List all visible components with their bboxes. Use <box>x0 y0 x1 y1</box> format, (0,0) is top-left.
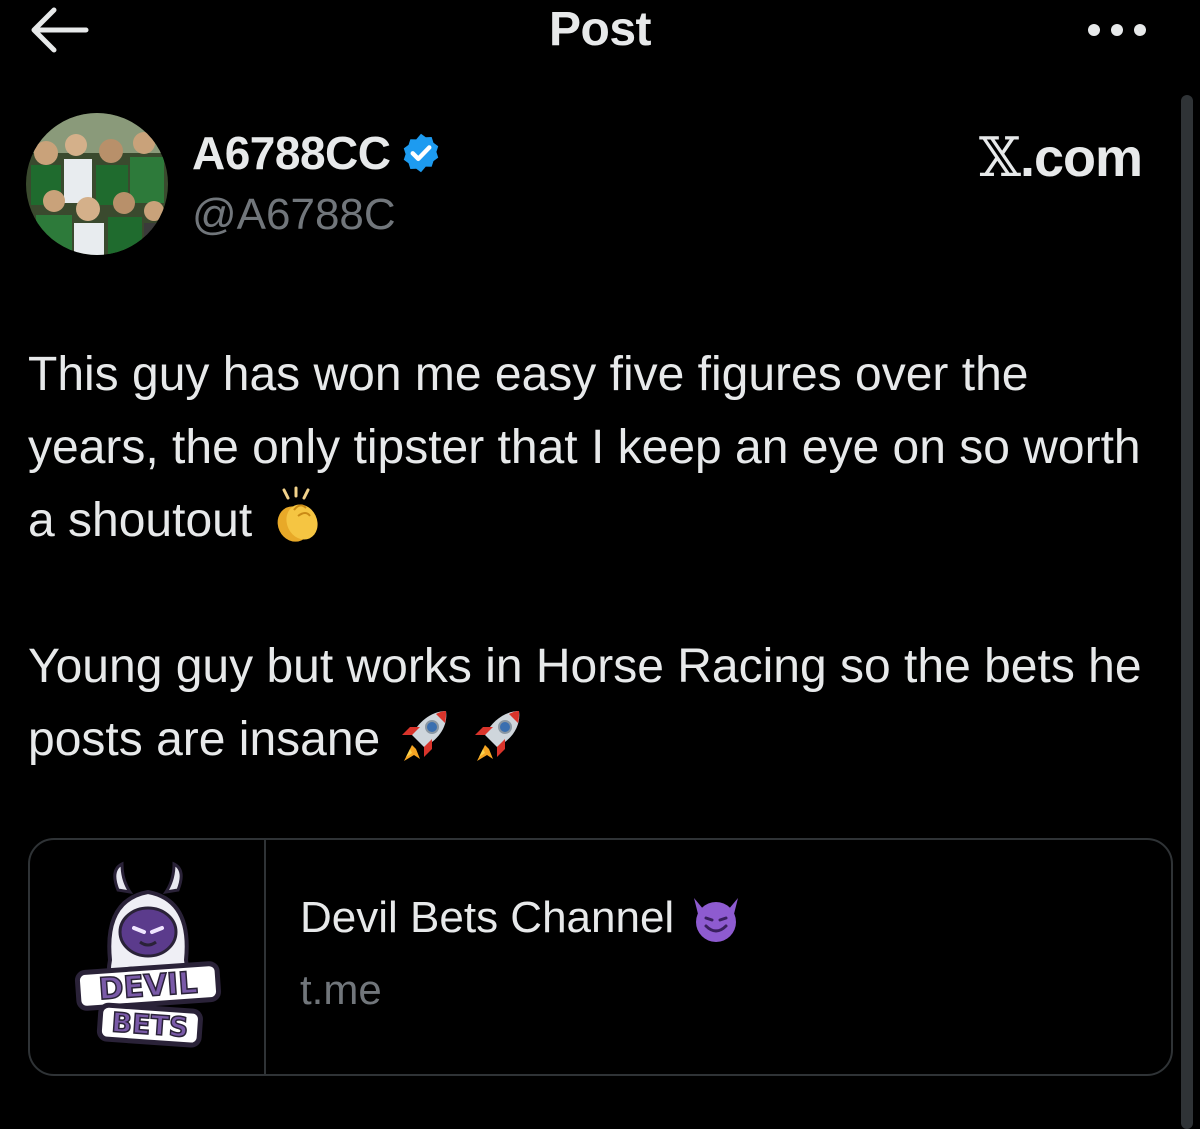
clapping-hands-icon <box>277 486 318 542</box>
post-paragraph-1: This guy has won me easy five figures ov… <box>28 348 1154 547</box>
author-name-row[interactable]: A6788CC <box>192 126 443 180</box>
link-card-domain: t.me <box>300 966 382 1013</box>
link-card-thumbnail: DEVIL BETS <box>30 840 266 1074</box>
page-title: Post <box>548 3 652 56</box>
avatar-image <box>26 113 168 255</box>
devil-bets-logo: DEVIL BETS <box>74 861 222 1048</box>
x-logo-icon: 𝕏 <box>979 126 1021 189</box>
smiling-devil-icon <box>694 898 739 942</box>
avatar[interactable] <box>26 113 168 255</box>
logo-text-bets: BETS <box>110 1007 189 1043</box>
post-paragraph-2: Young guy but works in Horse Racing so t… <box>28 640 1155 766</box>
scrollbar[interactable] <box>1181 95 1193 1129</box>
verified-badge-icon <box>403 133 438 173</box>
logo-text-devil: DEVIL <box>97 966 198 1008</box>
link-card-title-row[interactable]: Devil Bets Channel <box>300 892 744 944</box>
more-horizontal-icon <box>1088 24 1146 36</box>
link-card-title[interactable]: Devil Bets Channel <box>300 893 674 943</box>
x-com-watermark: 𝕏 .com <box>979 126 1143 189</box>
post-text: This guy has won me easy five figures ov… <box>28 338 1158 776</box>
post-detail-screen: Post A6788CC @A6788C 𝕏 .com This guy has… <box>0 0 1200 1129</box>
x-com-label: .com <box>1019 127 1143 188</box>
rocket-icon <box>474 711 520 761</box>
author-handle[interactable]: @A6788C <box>192 190 396 240</box>
rocket-icon <box>401 711 446 761</box>
author-display-name[interactable]: A6788CC <box>192 126 391 180</box>
more-options-button[interactable] <box>1084 18 1150 42</box>
link-preview-card[interactable]: DEVIL BETS Devil Bets Channel t.me <box>28 838 1173 1076</box>
